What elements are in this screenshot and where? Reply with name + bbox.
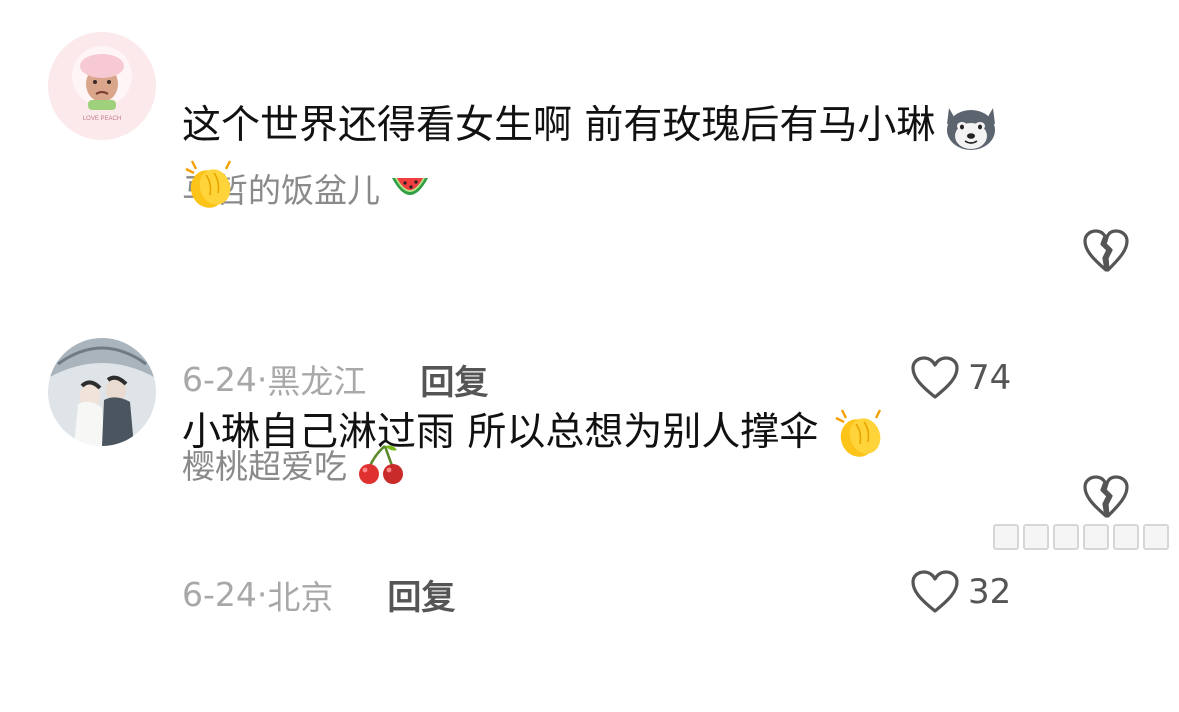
comment-text-line: 小琳自己淋过雨 所以总想为别人撑伞 [182, 409, 819, 455]
dislike-button[interactable] [1082, 228, 1130, 274]
reply-button[interactable]: 回复 [387, 570, 455, 619]
comment-location: 北京 [267, 577, 334, 617]
watermark-glyph [1143, 524, 1169, 550]
clapping-hands-icon [185, 160, 232, 208]
like-button[interactable]: 32 [910, 474, 1011, 709]
watermark [993, 523, 1173, 551]
like-count: 32 [968, 571, 1012, 612]
husky-dog-icon [947, 108, 996, 151]
watermark-glyph [993, 524, 1019, 550]
clapping-hands-icon [835, 409, 882, 457]
watermark-glyph [1083, 524, 1109, 550]
avatar[interactable]: LOVE PEACH [48, 32, 156, 140]
heart-icon [911, 569, 959, 613]
avatar-image-icon: LOVE PEACH [48, 32, 156, 140]
dislike-button[interactable] [1082, 474, 1130, 520]
avatar-image-icon [48, 338, 156, 446]
avatar-label: LOVE PEACH [83, 116, 121, 122]
comment-date: 6-24 [182, 575, 257, 614]
broken-heart-icon [1083, 229, 1129, 272]
meta-separator: · [256, 575, 268, 614]
comment-meta: 6-24 · 北京 回复 [182, 477, 455, 712]
watermark-glyph [1023, 524, 1049, 550]
comment-text-line: 这个世界还得看女生啊 前有玫瑰后有马小琳 [182, 103, 936, 148]
watermark-glyph [1053, 524, 1079, 550]
avatar[interactable] [48, 338, 156, 446]
watermark-glyph [1113, 524, 1139, 550]
broken-heart-icon [1083, 475, 1129, 518]
